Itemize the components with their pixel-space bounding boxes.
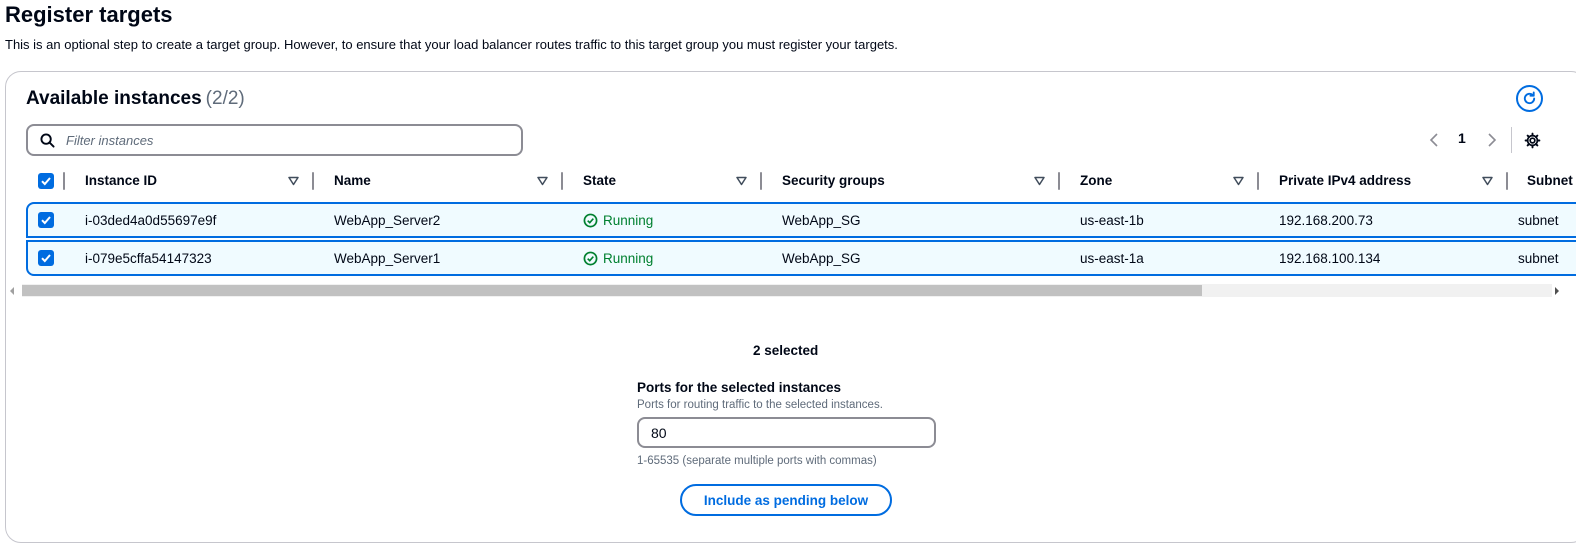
- column-header-security-groups[interactable]: Security groups: [782, 173, 885, 188]
- sort-caret-icon[interactable]: [537, 173, 549, 189]
- sort-caret-icon[interactable]: [1482, 173, 1494, 189]
- refresh-button[interactable]: [1516, 85, 1543, 112]
- filter-instances-box[interactable]: [26, 124, 523, 156]
- panel-title-text: Available instances: [26, 88, 202, 109]
- zone-cell: us-east-1a: [1080, 251, 1144, 266]
- ports-description: Ports for routing traffic to the selecte…: [637, 399, 883, 411]
- previous-page-button[interactable]: [1429, 129, 1445, 151]
- status-running-icon: [583, 213, 598, 228]
- panel-title: Available instances (2/2): [26, 88, 245, 110]
- chevron-left-icon: [1429, 133, 1438, 147]
- scroll-right-arrow-icon[interactable]: [1555, 287, 1559, 295]
- checkbox-checked-icon: [41, 254, 51, 263]
- security-groups-cell: WebApp_SG: [782, 213, 861, 228]
- page-description: This is an optional step to create a tar…: [5, 37, 898, 52]
- sort-caret-icon[interactable]: [288, 173, 300, 189]
- page-number[interactable]: 1: [1458, 130, 1466, 146]
- chevron-right-icon: [1488, 133, 1497, 147]
- sort-caret-icon[interactable]: [1233, 173, 1245, 189]
- sort-caret-icon[interactable]: [1034, 173, 1046, 189]
- security-groups-cell: WebApp_SG: [782, 251, 861, 266]
- horizontal-scrollbar[interactable]: [6, 284, 1576, 302]
- state-text: Running: [603, 251, 654, 266]
- ports-input[interactable]: [637, 417, 936, 448]
- subnet-cell: subnet: [1518, 251, 1559, 266]
- state-cell: Running: [583, 213, 653, 228]
- ports-hint: 1-65535 (separate multiple ports with co…: [637, 455, 877, 467]
- table-row[interactable]: i-03ded4a0d55697e9f WebApp_Server2 Runni…: [26, 202, 1576, 238]
- column-header-private-ipv4[interactable]: Private IPv4 address: [1279, 173, 1411, 188]
- instance-id-cell: i-079e5cffa54147323: [85, 251, 212, 266]
- name-cell: WebApp_Server2: [334, 213, 441, 228]
- column-separator[interactable]: [1506, 172, 1508, 190]
- column-header-state[interactable]: State: [583, 173, 616, 188]
- row-checkbox[interactable]: [38, 212, 54, 228]
- page-title: Register targets: [5, 2, 173, 27]
- instance-count: (2/2): [205, 88, 245, 109]
- table-row[interactable]: i-079e5cffa54147323 WebApp_Server1 Runni…: [26, 240, 1576, 276]
- column-header-zone[interactable]: Zone: [1080, 173, 1112, 188]
- checkbox-checked-icon: [41, 177, 51, 186]
- column-separator[interactable]: [1257, 172, 1259, 190]
- select-all-checkbox[interactable]: [38, 173, 54, 189]
- search-icon: [40, 132, 56, 148]
- refresh-icon: [1523, 91, 1536, 105]
- column-header-subnet[interactable]: Subnet: [1527, 173, 1573, 188]
- pager-divider: [1511, 127, 1512, 153]
- subnet-cell: subnet: [1518, 213, 1559, 228]
- state-text: Running: [603, 213, 654, 228]
- checkbox-checked-icon: [41, 216, 51, 225]
- state-cell: Running: [583, 251, 653, 266]
- selected-count: 2 selected: [753, 343, 819, 358]
- next-page-button[interactable]: [1487, 129, 1503, 151]
- scrollbar-thumb[interactable]: [22, 285, 1202, 296]
- column-header-instance-id[interactable]: Instance ID: [85, 173, 157, 188]
- name-cell: WebApp_Server1: [334, 251, 441, 266]
- column-header-name[interactable]: Name: [334, 173, 371, 188]
- column-separator[interactable]: [312, 172, 314, 190]
- zone-cell: us-east-1b: [1080, 213, 1144, 228]
- status-running-icon: [583, 251, 598, 266]
- column-separator[interactable]: [561, 172, 563, 190]
- row-checkbox[interactable]: [38, 250, 54, 266]
- filter-instances-input[interactable]: [64, 131, 488, 149]
- column-separator: [63, 172, 65, 190]
- private-ip-cell: 192.168.100.134: [1279, 251, 1381, 266]
- table-header: Instance ID Name State Security groups Z…: [6, 168, 1576, 196]
- include-as-pending-button[interactable]: Include as pending below: [680, 484, 892, 516]
- column-separator[interactable]: [1058, 172, 1060, 190]
- instance-id-cell: i-03ded4a0d55697e9f: [85, 213, 217, 228]
- settings-gear-icon: [1524, 132, 1541, 148]
- table-settings-button[interactable]: [1524, 131, 1542, 149]
- column-separator[interactable]: [760, 172, 762, 190]
- sort-caret-icon[interactable]: [736, 173, 748, 189]
- available-instances-panel: Available instances(2/2) 1: [5, 71, 1576, 543]
- private-ip-cell: 192.168.200.73: [1279, 213, 1373, 228]
- scroll-left-arrow-icon[interactable]: [10, 287, 14, 295]
- ports-label: Ports for the selected instances: [637, 380, 842, 395]
